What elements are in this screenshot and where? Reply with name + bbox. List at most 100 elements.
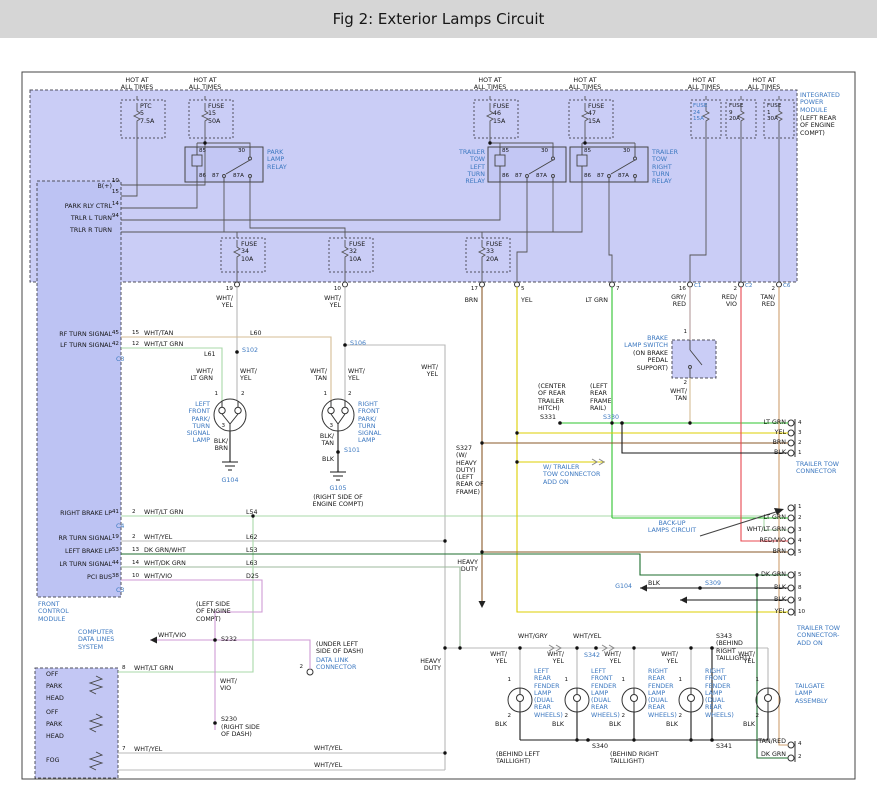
wire-label: LT GRN	[764, 419, 786, 426]
figure-title-bar: Fig 2: Exterior Lamps Circuit	[0, 0, 877, 38]
exit-pin: 7	[616, 286, 620, 292]
exit-pin: 2	[771, 286, 775, 292]
wire-label: BLK	[648, 580, 660, 587]
dlc-location: (UNDER LEFT SIDE OF DASH)	[316, 641, 364, 656]
wire-label: WHT/YEL	[314, 762, 342, 769]
circuit-code: L54	[246, 509, 258, 516]
fcm-row-lr-turn: LR TURN SIGNAL	[59, 561, 112, 568]
wire-label: BLK	[774, 596, 786, 603]
fcm-row-pci: PCI BUS	[87, 574, 112, 581]
connector-c3: C3	[116, 356, 124, 363]
wire-label: LT GRN	[586, 297, 608, 304]
exit-pin: 19	[226, 286, 233, 292]
switch-pos-head: HEAD	[46, 733, 64, 740]
splice-s342: S342	[584, 652, 600, 659]
wire-label: WHT/LT GRN	[747, 526, 786, 533]
relay-pin-86: 86	[502, 173, 509, 179]
black-wires	[222, 423, 788, 740]
relay-pin-30: 30	[238, 148, 245, 154]
conn-pin: 2	[132, 534, 136, 540]
white-ltgreen-wires	[118, 348, 788, 672]
rear-lamp-label: RIGHT FRONT FENDER LAMP (DUAL REAR WHEEL…	[705, 668, 734, 719]
fuse-47: FUSE4715A	[588, 103, 604, 125]
wire-label: WHT/ TAN	[310, 368, 327, 383]
data-link-connector-label: DATA LINK CONNECTOR	[316, 657, 356, 672]
lamp-pin: 1	[564, 677, 568, 683]
circuit-code: L60	[250, 330, 262, 337]
splice-s327-block: S327(W/ HEAVY DUTY)(LEFT REAR OF FRAME)	[456, 445, 484, 496]
lamp-pin: 3	[329, 423, 333, 429]
switch-pos-off: OFF	[46, 709, 58, 716]
wire-label: WHT/LT GRN	[144, 341, 183, 348]
conn-pin: 9	[798, 597, 802, 603]
wire-label: TAN/RED	[758, 738, 786, 745]
relay-pin-85: 85	[584, 148, 591, 154]
switch-pos-fog: FOG	[46, 757, 59, 764]
wire-label: BLK	[774, 584, 786, 591]
wire-label: WHT/VIO	[158, 632, 186, 639]
wire-label: GRY/ RED	[671, 294, 686, 309]
relay-pin-85: 85	[199, 148, 206, 154]
wire-label: DK GRN	[761, 751, 786, 758]
wire-label: YEL	[775, 429, 786, 436]
circuit-code: D25	[246, 573, 259, 580]
relay-pin-30: 30	[623, 148, 630, 154]
lamp-pin: 2	[241, 391, 245, 397]
wire-label: BLK	[552, 721, 564, 728]
conn-pin: 15	[132, 330, 139, 336]
splice-s330: S330	[603, 414, 619, 421]
circuit-code: L62	[246, 534, 258, 541]
lamp-pin: 2	[755, 713, 759, 719]
circuit-code: L63	[246, 560, 258, 567]
fcm-row-rr-turn: RR TURN SIGNAL	[58, 535, 112, 542]
wire-label: WHT/YEL	[144, 534, 172, 541]
fcm-row-left-brake: LEFT BRAKE LP	[65, 548, 112, 555]
fcm-pin: 15	[112, 189, 119, 195]
splice-s341: S341	[716, 743, 732, 750]
conn-pin: 3	[798, 430, 802, 436]
connector-c4: C4	[116, 523, 124, 530]
brake-switch-label: BRAKE LAMP SWITCH	[624, 335, 668, 350]
trailer-tow-right-relay-label: TRAILER TOW RIGHT TURN RELAY	[652, 149, 678, 185]
wire-label: BRN	[773, 548, 786, 555]
wire-label: WHT/ VIO	[220, 678, 237, 693]
relay-pin-87a: 87A	[536, 173, 547, 179]
fcm-pin: 53	[112, 547, 119, 553]
wire-label: WHT/ YEL	[604, 651, 621, 666]
wire-label: BLK/ BRN	[214, 438, 228, 453]
wire-label: WHT/LT GRN	[134, 665, 173, 672]
ground-ref-g104: G104	[615, 583, 632, 590]
fcm-row-rf-turn: RF TURN SIGNAL	[59, 331, 112, 338]
ipm-location: (LEFT REAR OF ENGINE COMPT)	[800, 115, 836, 137]
ground-g105: G105	[330, 485, 347, 492]
conn-pin: 4	[798, 538, 802, 544]
fcm-pin: 42	[112, 341, 119, 347]
splice-s230: S230	[221, 716, 237, 723]
exit-pin: 5	[521, 286, 525, 292]
wire-label: WHT/YEL	[314, 745, 342, 752]
rear-lamp-label: LEFT REAR FENDER LAMP (DUAL REAR WHEELS)	[534, 668, 563, 719]
exit-pin: 16	[679, 286, 686, 292]
connector-c3: C3	[116, 587, 124, 594]
conn-pin: 2	[798, 754, 802, 760]
wire-label: WHT/ YEL	[240, 368, 257, 383]
splice-s309: S309	[705, 580, 721, 587]
wire-label: YEL	[521, 297, 532, 304]
hot-label: HOT AT ALL TIMES	[688, 77, 720, 92]
relay-pin-85: 85	[502, 148, 509, 154]
fuse-ptc: PTC57.5A	[140, 103, 154, 125]
fcm-pin: 45	[112, 330, 119, 336]
fcm-pin: 41	[112, 509, 119, 515]
conn-pin: 2	[132, 509, 136, 515]
wire-label: WHT/ YEL	[324, 295, 341, 310]
wire-label: WHT/ YEL	[738, 651, 755, 666]
left-front-lamp-label: LEFT FRONT PARK/ TURN SIGNAL LAMP	[187, 401, 210, 445]
fcm-row-park-rly: PARK RLY CTRL	[65, 203, 112, 210]
conn-pin: 4	[798, 741, 802, 747]
wire-label: WHT/ TAN	[670, 388, 687, 403]
wire-label: WHT/LT GRN	[144, 509, 183, 516]
relay-pin-86: 86	[199, 173, 206, 179]
fcm-title: FRONT CONTROL MODULE	[38, 601, 69, 623]
switch-pin: 2	[683, 380, 687, 386]
wire-label: BLK	[743, 721, 755, 728]
